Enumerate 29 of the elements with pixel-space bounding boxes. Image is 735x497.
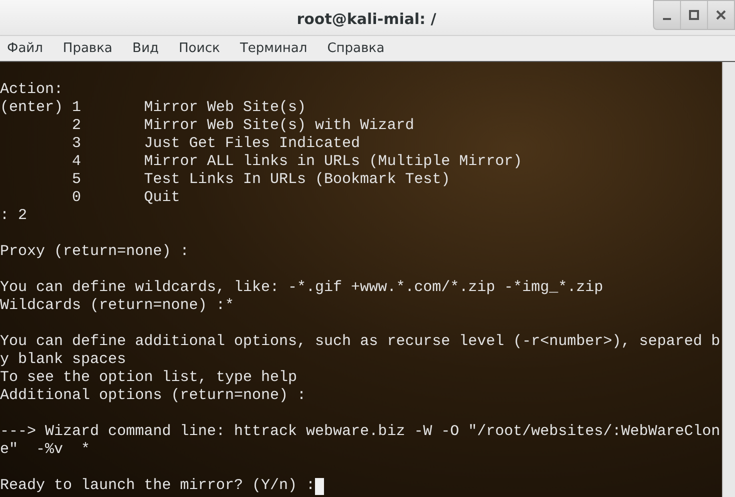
menu-item[interactable]: Файл (7, 38, 43, 58)
menu-item[interactable]: Правка (62, 38, 112, 58)
terminal-line: e" -%v * (0, 441, 90, 459)
terminal-line: 4 Mirror ALL links in URLs (Multiple Mirror) (71, 153, 522, 171)
terminal-line: ---> Wizard command line: httrack webware.biz -W -O "/root/websites/:WebWareClon (0, 423, 720, 441)
terminal-line: Proxy (return=none) : (0, 243, 190, 261)
terminal-line: : 2 (0, 207, 28, 225)
close-icon (716, 10, 726, 20)
terminal-line: 2 Mirror Web Site(s) with Wizard (71, 117, 414, 135)
terminal-line: You can define wildcards, like: -*.gif +www.*.com/*.zip -*img_*.zip (0, 279, 604, 297)
terminal-line: Additional options (return=none) : (0, 387, 306, 405)
menu-item[interactable]: Терминал (240, 38, 308, 58)
menu-item[interactable]: Вид (132, 38, 159, 58)
terminal-line: 0 Quit (71, 189, 180, 207)
terminal-line: Wildcards (return=none) :* (0, 297, 234, 315)
window-title: root@kali-mial: / (296, 9, 436, 30)
maximize-icon (689, 10, 699, 20)
menu-item[interactable]: Поиск (178, 38, 220, 58)
menu-item[interactable]: Справка (327, 38, 384, 58)
terminal-line: You can define additional options, such as recurse level (-r<number>), separed b (0, 333, 720, 351)
terminal-line: Action: (0, 81, 64, 99)
terminal-line: (enter) 1 Mirror Web Site(s) (0, 99, 306, 117)
terminal-line: y blank spaces (0, 351, 126, 369)
terminal-line: Ready to launch the mirror? (Y/n) : (0, 477, 316, 495)
terminal-line: 5 Test Links In URLs (Bookmark Test) (71, 171, 450, 189)
minimize-icon (663, 18, 671, 20)
scrollbar-track[interactable] (722, 62, 735, 497)
terminal-line: 3 Just Get Files Indicated (71, 135, 360, 153)
terminal-line: To see the option list, type help (0, 369, 298, 387)
